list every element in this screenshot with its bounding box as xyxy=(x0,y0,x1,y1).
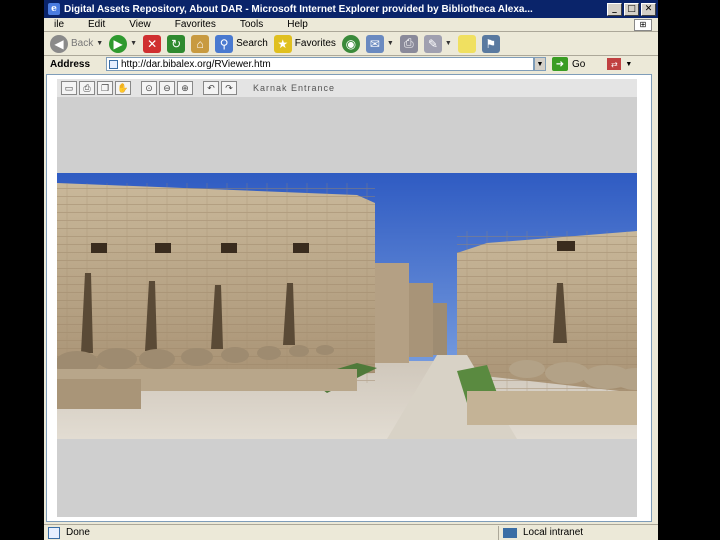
stop-button[interactable]: ✕ xyxy=(143,34,162,53)
edit-icon: ✎ xyxy=(423,34,442,53)
window-title: Digital Assets Repository, About DAR - M… xyxy=(64,3,533,15)
search-button[interactable]: ⚲ Search xyxy=(215,34,268,53)
go-button[interactable]: ➜ Go xyxy=(552,57,585,71)
stop-icon: ✕ xyxy=(143,34,162,53)
links-dropdown-icon[interactable]: ▼ xyxy=(625,61,632,68)
print-icon[interactable]: ⎙ xyxy=(79,81,95,95)
links-button[interactable]: ⇄ ▼ xyxy=(607,58,632,70)
search-icon: ⚲ xyxy=(215,34,234,53)
pan-hand-icon[interactable]: ✋ xyxy=(115,81,131,95)
research-icon: ⚑ xyxy=(481,34,500,53)
page-done-icon xyxy=(48,526,60,539)
address-value: http://dar.bibalex.org/RViewer.htm xyxy=(121,58,271,70)
mail-button[interactable]: ✉ ▼ xyxy=(365,34,394,53)
mail-icon: ✉ xyxy=(365,34,384,53)
menu-view[interactable]: View xyxy=(129,19,151,30)
favorites-label: Favorites xyxy=(294,38,336,49)
zone-text: Local intranet xyxy=(523,527,584,538)
favorites-button[interactable]: ★ Favorites xyxy=(273,34,336,53)
viewer-toolbar: ▭ ⎙ ❐ ✋ ⊙ ⊖ ⊕ ↶ ↷ Karnak Entrance xyxy=(57,79,637,97)
page-icon xyxy=(109,60,118,69)
media-button[interactable]: ◉ xyxy=(341,34,360,53)
star-icon: ★ xyxy=(273,34,292,53)
browser-window: e Digital Assets Repository, About DAR -… xyxy=(44,0,658,540)
menu-file[interactable]: ile xyxy=(54,19,64,30)
home-button[interactable]: ⌂ xyxy=(191,34,210,53)
forward-arrow-icon: ▶ xyxy=(109,34,128,53)
back-label: Back xyxy=(71,38,94,49)
address-input[interactable]: http://dar.bibalex.org/RViewer.htm xyxy=(106,57,534,71)
forward-button[interactable]: ▶ ▼ xyxy=(109,34,137,53)
discuss-button[interactable] xyxy=(457,34,476,53)
address-dropdown-icon[interactable]: ▼ xyxy=(534,57,546,71)
menu-tools[interactable]: Tools xyxy=(240,19,263,30)
status-bar: Done Local intranet xyxy=(44,524,658,540)
zoom-icon[interactable]: ⊙ xyxy=(141,81,157,95)
rotate-left-icon[interactable]: ↶ xyxy=(203,81,219,95)
image-viewer[interactable] xyxy=(57,97,637,517)
close-button[interactable]: ✕ xyxy=(641,2,656,16)
menu-edit[interactable]: Edit xyxy=(88,19,105,30)
zoom-out-icon[interactable]: ⊖ xyxy=(159,81,175,95)
refresh-button[interactable]: ↻ xyxy=(167,34,186,53)
status-done: Done xyxy=(48,526,498,539)
edit-dropdown-icon[interactable]: ▼ xyxy=(445,40,452,47)
forward-dropdown-icon[interactable]: ▼ xyxy=(130,40,137,47)
rotate-right-icon[interactable]: ↷ xyxy=(221,81,237,95)
viewer-title: Karnak Entrance xyxy=(253,83,336,93)
save-icon[interactable]: ▭ xyxy=(61,81,77,95)
address-label: Address xyxy=(50,58,91,70)
page-content: ▭ ⎙ ❐ ✋ ⊙ ⊖ ⊕ ↶ ↷ Karnak Entrance xyxy=(46,74,652,522)
zoom-in-icon[interactable]: ⊕ xyxy=(177,81,193,95)
windows-logo-icon: ⊞ xyxy=(634,18,652,31)
minimize-button[interactable]: _ xyxy=(607,2,622,16)
go-label: Go xyxy=(572,58,586,70)
menu-help[interactable]: Help xyxy=(287,19,308,30)
go-arrow-icon: ➜ xyxy=(552,57,568,71)
home-icon: ⌂ xyxy=(191,34,210,53)
research-button[interactable]: ⚑ xyxy=(481,34,500,53)
title-bar: e Digital Assets Repository, About DAR -… xyxy=(44,0,658,18)
standard-toolbar: ◀ Back ▼ ▶ ▼ ✕ ↻ ⌂ ⚲ Search ★ Favorites … xyxy=(44,32,658,56)
menu-favorites[interactable]: Favorites xyxy=(175,19,216,30)
status-text: Done xyxy=(66,527,90,538)
discuss-icon xyxy=(457,34,476,53)
print-icon: ⎙ xyxy=(399,34,418,53)
search-label: Search xyxy=(236,38,268,49)
refresh-icon: ↻ xyxy=(167,34,186,53)
edit-button[interactable]: ✎ ▼ xyxy=(423,34,452,53)
mail-dropdown-icon[interactable]: ▼ xyxy=(387,40,394,47)
ie-logo-icon: e xyxy=(48,3,60,15)
back-dropdown-icon[interactable]: ▼ xyxy=(96,40,103,47)
back-arrow-icon: ◀ xyxy=(50,34,68,53)
media-icon: ◉ xyxy=(341,34,360,53)
karnak-photo xyxy=(57,173,637,439)
maximize-button[interactable]: □ xyxy=(624,2,639,16)
intranet-icon xyxy=(503,527,517,538)
menu-bar: ile Edit View Favorites Tools Help ⊞ xyxy=(44,18,658,32)
print-button[interactable]: ⎙ xyxy=(399,34,418,53)
links-icon: ⇄ xyxy=(607,58,622,70)
status-zone: Local intranet xyxy=(498,525,584,540)
address-bar: Address http://dar.bibalex.org/RViewer.h… xyxy=(44,56,658,72)
back-button[interactable]: ◀ Back ▼ xyxy=(50,34,103,53)
copy-icon[interactable]: ❐ xyxy=(97,81,113,95)
